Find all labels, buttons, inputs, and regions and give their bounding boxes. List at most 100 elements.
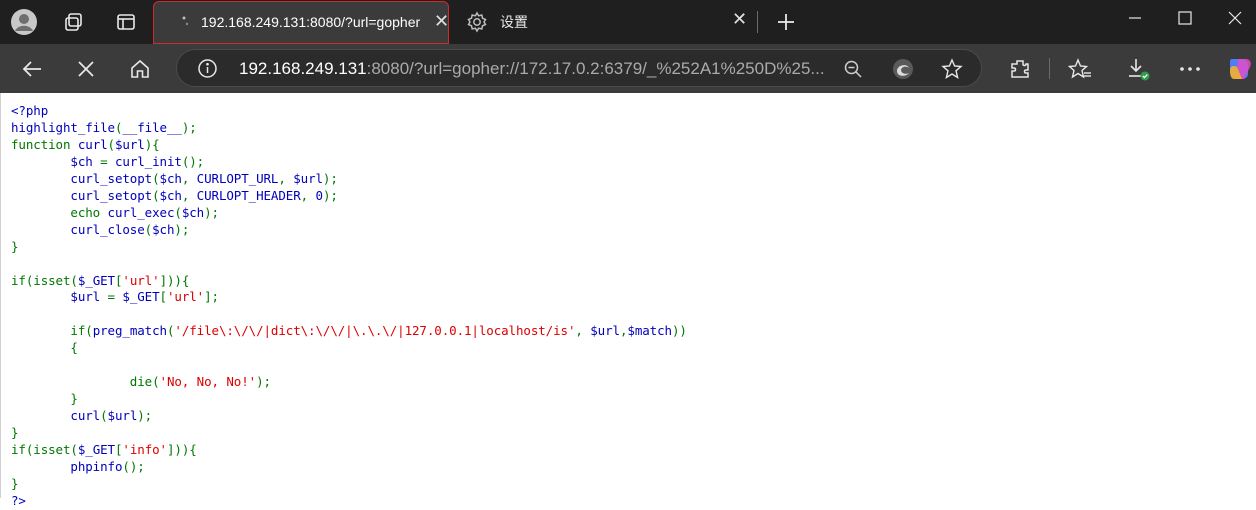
code-line: } xyxy=(11,476,19,491)
code-line: function curl($url){ xyxy=(11,137,160,152)
zoom-icon[interactable] xyxy=(843,59,863,84)
code-token: 'No, No, No!' xyxy=(159,374,257,390)
code-token: ); xyxy=(322,170,338,186)
page-content: <?php highlight_file(__file__); function… xyxy=(0,93,1256,508)
code-token: (); xyxy=(181,153,205,169)
code-token: $url xyxy=(293,170,323,186)
settings-gear-icon xyxy=(466,11,488,38)
code-token: , xyxy=(575,323,591,339)
code-line: { xyxy=(11,340,78,355)
code-token: <?php xyxy=(11,103,49,118)
code-token: '/file\:\/\/|dict\:\/\/|\.\.\/|127.0.0.1… xyxy=(174,323,576,339)
code-token: 'info' xyxy=(122,442,167,458)
code-token: ])){ xyxy=(166,442,197,458)
info-icon[interactable] xyxy=(197,58,218,84)
code-token: $ch xyxy=(159,187,182,203)
code-token: $ch xyxy=(152,221,175,237)
tab-divider xyxy=(757,11,758,33)
favorite-icon[interactable] xyxy=(941,58,963,85)
close-icon[interactable]: ✕ xyxy=(434,11,449,32)
code-line: curl($url); xyxy=(11,408,152,423)
code-token: CURLOPT_HEADER xyxy=(196,187,301,203)
code-token: curl xyxy=(11,408,101,424)
code-token: ){ xyxy=(144,136,160,152)
code-line: highlight_file(__file__); xyxy=(11,120,197,135)
code-token: (); xyxy=(122,459,145,475)
code-token: ( xyxy=(152,187,160,203)
downloads-icon[interactable] xyxy=(1120,44,1156,93)
code-token: , xyxy=(181,170,197,186)
code-line: die('No, No, No!'); xyxy=(11,374,271,389)
code-token: phpinfo xyxy=(11,459,123,475)
code-line: if(isset($_GET['info'])){ xyxy=(11,442,197,457)
code-token: ]; xyxy=(204,289,219,305)
home-icon[interactable] xyxy=(122,44,158,93)
code-token: ); xyxy=(256,374,271,390)
code-token: curl_setopt xyxy=(11,187,153,203)
code-token: if(isset( xyxy=(11,272,78,288)
title-bar: 192.168.249.131:8080/?url=gopher ✕ 设置 ✕ xyxy=(0,0,1256,44)
loading-icon xyxy=(180,12,194,37)
code-token: ); xyxy=(204,204,219,220)
code-token: $match xyxy=(627,323,672,339)
new-tab-icon[interactable] xyxy=(768,0,804,44)
code-token: curl_setopt xyxy=(11,170,153,186)
minimize-icon[interactable] xyxy=(1110,0,1160,36)
code-line: phpinfo(); xyxy=(11,459,145,475)
code-line: } xyxy=(11,391,78,406)
code-token: preg_match xyxy=(92,323,167,339)
favorites-icon[interactable] xyxy=(1062,44,1098,93)
stop-icon[interactable] xyxy=(68,44,104,93)
code-token: curl_init xyxy=(114,153,182,169)
code-token: } xyxy=(11,425,19,441)
url-rest: :8080/?url=gopher://172.17.0.2:6379/_%25… xyxy=(366,59,825,78)
code-token: $_GET xyxy=(77,272,115,288)
code-token: ])){ xyxy=(159,272,190,288)
code-token: } xyxy=(11,391,78,407)
profile-icon[interactable] xyxy=(6,0,42,44)
extensions-icon[interactable] xyxy=(1002,44,1038,93)
code-token: 'url' xyxy=(122,272,160,288)
code-token: ); xyxy=(174,221,190,237)
code-token: curl_exec xyxy=(107,204,175,220)
code-token: ( xyxy=(144,221,153,237)
address-bar[interactable]: 192.168.249.131:8080/?url=gopher://172.1… xyxy=(176,49,982,87)
copilot-icon[interactable] xyxy=(1222,44,1256,93)
code-token: if( xyxy=(11,323,93,339)
code-token: )) xyxy=(671,323,687,339)
edge-icon[interactable] xyxy=(891,57,915,86)
code-token: curl xyxy=(77,136,108,152)
code-token: = xyxy=(107,289,123,305)
window-close-icon[interactable] xyxy=(1210,0,1256,36)
code-token: $_GET xyxy=(77,442,115,458)
workspaces-icon[interactable] xyxy=(58,0,90,44)
code-token: ( xyxy=(152,170,160,186)
tab-settings[interactable]: 设置 ✕ xyxy=(460,0,760,44)
code-token: CURLOPT_URL xyxy=(196,170,279,186)
code-token: } xyxy=(11,238,19,254)
code-token: 0 xyxy=(315,187,324,203)
code-token: $url xyxy=(114,136,145,152)
code-line: <?php xyxy=(11,103,48,118)
code-token: , xyxy=(181,187,197,203)
maximize-icon[interactable] xyxy=(1160,0,1210,36)
tab-active[interactable]: 192.168.249.131:8080/?url=gopher ✕ xyxy=(153,1,449,44)
code-line: $url = $_GET['url']; xyxy=(11,289,219,304)
more-icon[interactable] xyxy=(1172,44,1208,93)
code-token: $url xyxy=(107,408,138,424)
code-line: } xyxy=(11,238,19,254)
code-token: $_GET xyxy=(122,289,160,305)
tab-actions-icon[interactable] xyxy=(110,0,142,44)
code-token: curl_close xyxy=(11,221,145,237)
url-text: 192.168.249.131:8080/?url=gopher://172.1… xyxy=(239,59,825,79)
code-line: ?> xyxy=(11,493,26,508)
code-line: } xyxy=(11,425,19,441)
close-icon[interactable]: ✕ xyxy=(732,9,747,30)
code-token: $url xyxy=(11,289,108,305)
back-icon[interactable] xyxy=(14,44,50,93)
code-token: ( xyxy=(100,408,108,424)
toolbar-divider xyxy=(1049,58,1050,79)
code-token: ( xyxy=(107,136,116,152)
code-line: $ch = curl_init(); xyxy=(11,154,204,169)
code-token: $url xyxy=(590,323,620,339)
